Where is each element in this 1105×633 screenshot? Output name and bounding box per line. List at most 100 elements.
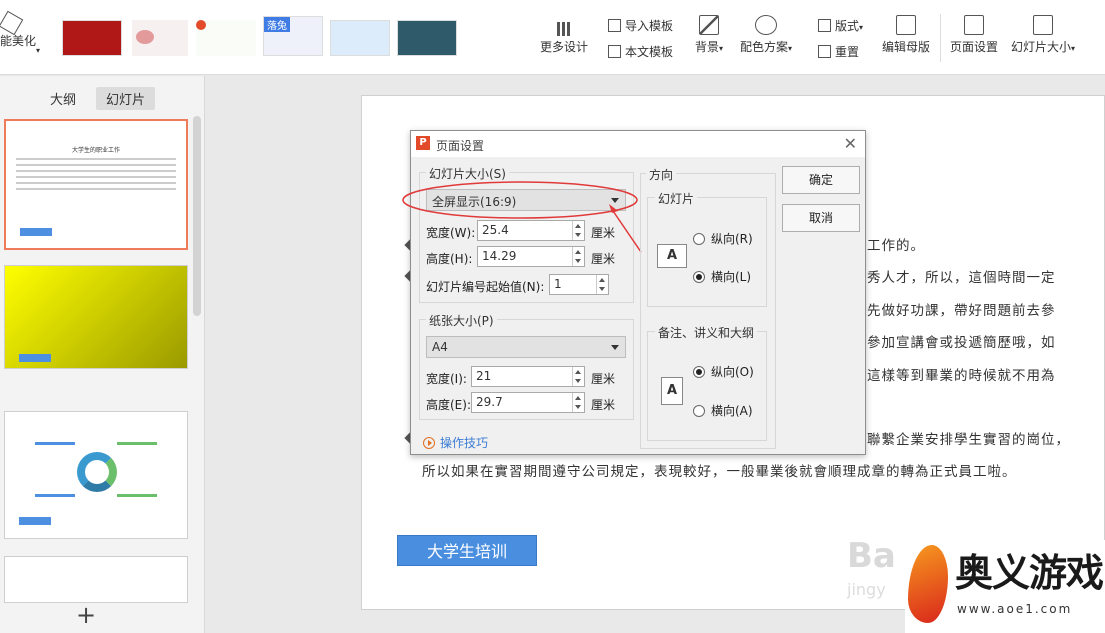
grid-icon: [557, 22, 571, 36]
spin-down-icon: [575, 259, 581, 263]
design-template-thumb[interactable]: [132, 20, 188, 56]
tab-slides[interactable]: 幻灯片: [96, 87, 156, 110]
design-template-thumb[interactable]: 落兔: [263, 16, 323, 56]
layout-label: 版式: [835, 19, 860, 33]
body-text-line: 先做好功課，帶好問題前去參: [867, 303, 1056, 319]
cycle-diagram: [77, 452, 117, 492]
app-window: 能美化 ▾ 落兔 更多设计 导入模板 本文模板 背景▾ 配色方案▾ 版式▾ 重置…: [0, 0, 1105, 633]
spin-up-icon: [599, 278, 605, 282]
paper-size-select[interactable]: A4: [426, 336, 626, 358]
spin-up-icon: [575, 396, 581, 400]
slide-landscape-label: 横向(L): [711, 270, 752, 284]
page-setup-icon: [964, 15, 984, 35]
layout-button[interactable]: 版式▾: [818, 17, 863, 34]
body-text-line: 參加宣講會或投遞簡歷哦，如: [867, 335, 1056, 351]
tab-outline[interactable]: 大纲: [40, 87, 86, 110]
color-scheme-button[interactable]: 配色方案▾: [740, 15, 792, 55]
paper-height-spinner[interactable]: [572, 393, 584, 412]
chevron-down-icon: ▾: [859, 23, 864, 32]
add-slide-button[interactable]: +: [76, 601, 96, 629]
spin-up-icon: [575, 370, 581, 374]
slides-orientation-label: 幻灯片: [655, 190, 698, 207]
smart-beautify-button[interactable]: 能美化: [0, 10, 37, 49]
radio-icon: [693, 405, 705, 417]
color-scheme-label: 配色方案: [740, 40, 789, 54]
start-number-spinner[interactable]: [596, 275, 608, 294]
slide-title-button[interactable]: 大学生培训: [397, 535, 537, 566]
tips-link[interactable]: 操作技巧: [423, 434, 488, 451]
template-icon: [608, 45, 621, 58]
notes-portrait-radio[interactable]: 纵向(O): [693, 363, 754, 380]
design-template-thumb[interactable]: [62, 20, 122, 56]
slide-thumb-2[interactable]: [4, 265, 188, 369]
background-icon: [699, 15, 720, 35]
paper-width-spinner[interactable]: [572, 367, 584, 386]
design-template-thumb[interactable]: [196, 20, 256, 56]
new-tag: 落兔: [264, 17, 290, 32]
import-template-button[interactable]: 导入模板: [608, 17, 673, 34]
chevron-down-icon: ▾: [36, 46, 41, 55]
slide-size-label: 幻灯片大小: [1011, 40, 1072, 54]
dropdown-arrow-icon: [611, 345, 619, 350]
radio-selected-icon: [693, 271, 705, 283]
decor-shape: [196, 20, 206, 30]
paper-width-input[interactable]: 21: [471, 366, 585, 387]
slide-thumb-4[interactable]: [4, 556, 188, 603]
ok-button[interactable]: 确定: [782, 166, 860, 194]
design-template-thumb[interactable]: [397, 20, 457, 56]
spin-down-icon: [599, 287, 605, 291]
slide-portrait-radio[interactable]: 纵向(R): [693, 230, 753, 247]
notes-landscape-radio[interactable]: 横向(A): [693, 402, 753, 419]
background-label: 背景: [695, 40, 720, 54]
paper-height-input[interactable]: 29.7: [471, 392, 585, 413]
chevron-down-icon: ▾: [1071, 44, 1076, 53]
cancel-button[interactable]: 取消: [782, 204, 860, 232]
body-text-line: 秀人才，所以，這個時間一定: [867, 270, 1056, 286]
text-line: [16, 182, 176, 184]
close-icon[interactable]: ✕: [844, 134, 857, 153]
page-setup-button[interactable]: 页面设置: [950, 15, 998, 55]
slide-thumb-1[interactable]: 大学生的职业工作: [4, 119, 188, 250]
site-url: www.aoe1.com: [957, 602, 1073, 616]
slide-landscape-radio[interactable]: 横向(L): [693, 268, 751, 285]
background-button[interactable]: 背景▾: [695, 15, 723, 55]
panel-scrollbar[interactable]: [193, 116, 201, 316]
text-line: [117, 442, 157, 445]
slide-size-button[interactable]: 幻灯片大小▾: [1011, 15, 1075, 55]
paper-size-group-label: 纸张大小(P): [426, 312, 497, 329]
annotation-ellipse: [402, 181, 638, 219]
chevron-down-icon: ▾: [719, 44, 724, 53]
dialog-titlebar: P 页面设置 ✕: [411, 131, 865, 157]
edit-master-button[interactable]: 编辑母版: [882, 15, 930, 55]
master-slide-icon: [896, 15, 916, 35]
this-template-button[interactable]: 本文模板: [608, 43, 673, 60]
text-line: [16, 176, 176, 178]
panel-tabs: 大纲 幻灯片: [40, 87, 156, 110]
design-template-thumb[interactable]: [330, 20, 390, 56]
layout-icon: [818, 19, 831, 32]
slide-size-icon: [1033, 15, 1054, 35]
wps-logo-icon: P: [416, 136, 430, 150]
reset-button[interactable]: 重置: [818, 43, 859, 60]
landscape-page-icon: A: [657, 244, 687, 268]
slide-thumb-3[interactable]: [4, 411, 188, 539]
paper-width-value: 21: [476, 369, 492, 383]
design-template-thumb[interactable]: [466, 20, 524, 56]
reset-icon: [818, 45, 831, 58]
notes-portrait-label: 纵向(O): [711, 365, 754, 379]
more-design-button[interactable]: 更多设计: [540, 22, 588, 55]
design-ribbon: 能美化 ▾ 落兔 更多设计 导入模板 本文模板 背景▾ 配色方案▾ 版式▾ 重置…: [0, 0, 1105, 75]
annotation-overlay: [402, 181, 642, 253]
spin-down-icon: [575, 379, 581, 383]
this-template-label: 本文模板: [625, 45, 674, 59]
smart-beautify-label: 能美化: [0, 34, 37, 48]
import-template-label: 导入模板: [625, 19, 674, 33]
text-line: [117, 494, 157, 497]
ribbon-divider: [940, 14, 941, 62]
text-line: [35, 494, 75, 497]
body-text-line: 這樣等到畢業的時候就不用為: [867, 368, 1056, 384]
paper-height-label: 高度(E):: [426, 398, 471, 412]
start-number-input[interactable]: 1: [549, 274, 609, 295]
play-icon: [423, 437, 435, 449]
start-number-label: 幻灯片编号起始值(N):: [426, 280, 545, 294]
